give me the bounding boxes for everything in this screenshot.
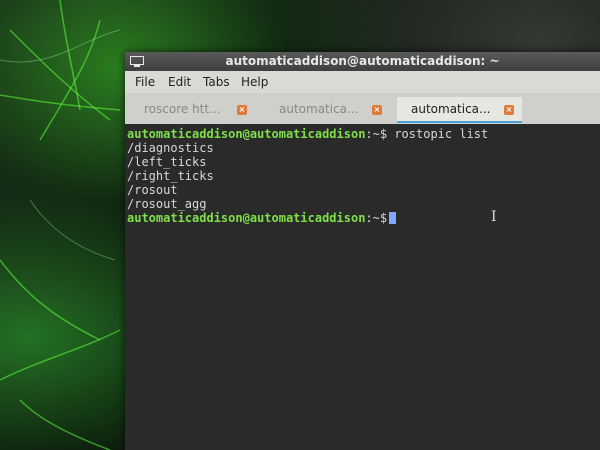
title-bar[interactable]: automaticaddison@automaticaddison: ~ [125, 52, 600, 71]
prompt: automaticaddison@automaticaddison [127, 211, 366, 225]
terminal-output[interactable]: automaticaddison@automaticaddison:~$ ros… [125, 125, 600, 450]
menu-help[interactable]: Help [241, 74, 268, 90]
tab-label: automatica... [411, 102, 491, 116]
terminal-window[interactable]: automaticaddison@automaticaddison: ~ Fil… [125, 52, 600, 450]
ibeam-cursor-icon: I [491, 209, 497, 225]
tab-label: roscore htt... [144, 102, 221, 116]
terminal-app-icon [130, 56, 144, 67]
output-line: /rosout [127, 183, 178, 197]
menu-bar: File Edit Tabs Help [125, 71, 600, 93]
close-icon[interactable]: × [504, 105, 514, 115]
menu-tabs[interactable]: Tabs [203, 74, 230, 90]
tab-bar: roscore htt... × automatica... × automat… [125, 93, 600, 124]
output-line: /right_ticks [127, 169, 214, 183]
tab-automatica-1[interactable]: automatica... × [265, 97, 390, 122]
prompt-path: :~$ [365, 211, 388, 225]
command-line: automaticaddison@automaticaddison:~$ ros… [127, 127, 488, 141]
tab-automatica-2[interactable]: automatica... × [397, 97, 522, 123]
close-icon[interactable]: × [372, 105, 382, 115]
output-line: /diagnostics [127, 141, 214, 155]
prompt-path: :~$ [365, 127, 388, 141]
menu-file[interactable]: File [135, 74, 155, 90]
window-title: automaticaddison@automaticaddison: ~ [225, 54, 500, 68]
output-line: /left_ticks [127, 155, 207, 169]
command-text: rostopic list [387, 127, 489, 141]
tab-roscore[interactable]: roscore htt... × [130, 97, 255, 122]
close-icon[interactable]: × [237, 105, 247, 115]
menu-edit[interactable]: Edit [168, 74, 191, 90]
tab-label: automatica... [279, 102, 359, 116]
prompt: automaticaddison@automaticaddison [127, 127, 366, 141]
current-prompt-line[interactable]: automaticaddison@automaticaddison:~$ [127, 211, 397, 225]
output-line: /rosout_agg [127, 197, 207, 211]
text-cursor [389, 212, 397, 224]
